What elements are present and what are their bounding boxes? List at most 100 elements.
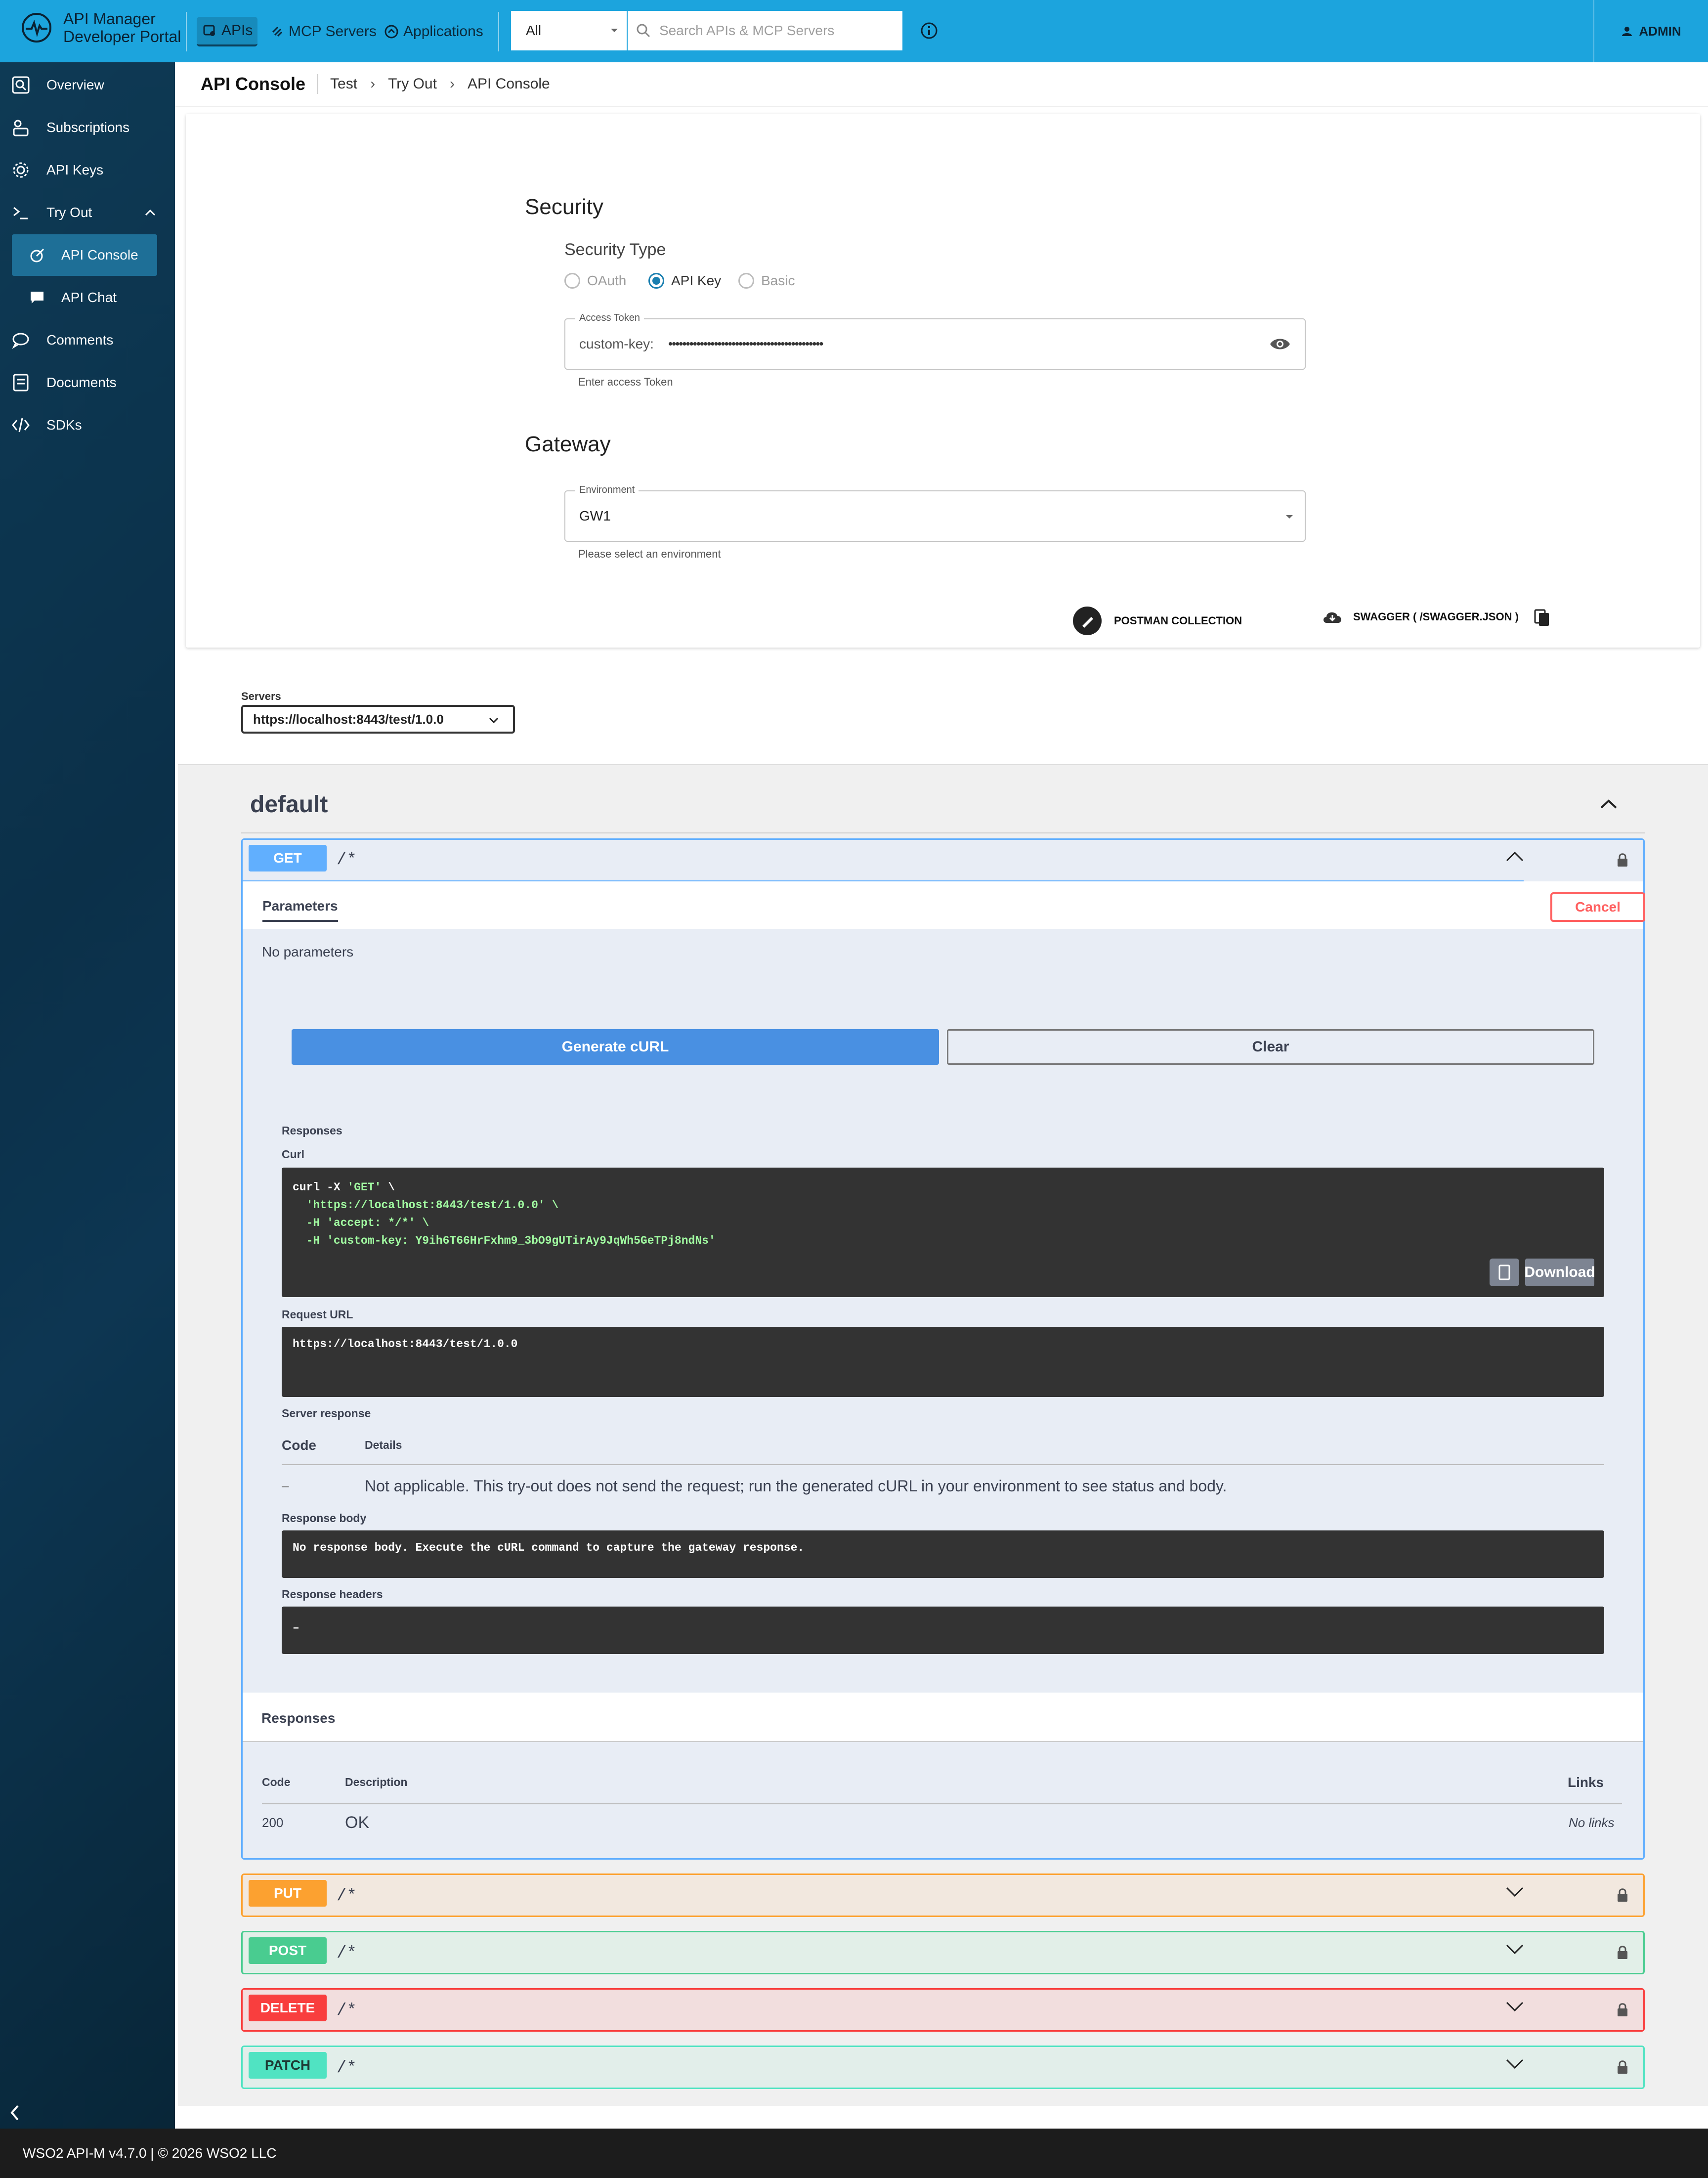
environment-helper: Please select an environment — [578, 548, 721, 560]
sidebar-item-api-keys[interactable]: API Keys — [0, 149, 175, 191]
opblock-path: /* — [337, 2002, 357, 2020]
response-row-links: No links — [1569, 1815, 1615, 1830]
cancel-button[interactable]: Cancel — [1550, 892, 1645, 922]
code-icon — [12, 418, 30, 433]
search-input[interactable]: Search APIs & MCP Servers — [628, 11, 902, 50]
access-token-label: Access Token — [575, 312, 644, 324]
postman-collection-button[interactable]: POSTMAN COLLECTION — [1072, 606, 1242, 636]
user-menu[interactable]: ADMIN — [1593, 0, 1708, 62]
response-details: Not applicable. This try-out does not se… — [365, 1477, 1227, 1495]
response-code: – — [282, 1478, 289, 1493]
eye-icon[interactable] — [1269, 336, 1291, 352]
radio-label: OAuth — [587, 273, 627, 288]
response-row-code: 200 — [262, 1815, 284, 1830]
sidebar-item-overview[interactable]: Overview — [0, 64, 175, 106]
lock-icon[interactable] — [1617, 2003, 1628, 2017]
response-body-block: No response body. Execute the cURL comma… — [282, 1530, 1604, 1578]
breadcrumb-item[interactable]: Test — [330, 76, 357, 92]
sidebar-item-try-out[interactable]: Try Out — [0, 192, 175, 233]
chevron-down-icon — [1506, 1944, 1524, 1955]
chevron-right-icon: › — [370, 76, 376, 92]
method-badge: PUT — [249, 1880, 327, 1907]
nav-apis[interactable]: APIs — [197, 17, 258, 46]
sidebar-item-label: Subscriptions — [46, 120, 130, 135]
download-button[interactable]: Download — [1524, 1259, 1595, 1286]
opblock-path: /* — [337, 2059, 357, 2078]
search-filter-select[interactable]: All — [511, 11, 627, 50]
lock-icon[interactable] — [1617, 2060, 1628, 2075]
collapse-sidebar-icon[interactable] — [9, 2104, 21, 2122]
response-headers-label: Response headers — [282, 1588, 383, 1601]
lock-icon[interactable] — [1617, 853, 1628, 868]
no-parameters-text: No parameters — [262, 944, 354, 959]
clear-button[interactable]: Clear — [947, 1029, 1594, 1065]
breadcrumb-item: API Console — [467, 76, 550, 92]
applications-icon — [384, 25, 398, 39]
footer-text: WSO2 API-M v4.7.0 | © 2026 WSO2 LLC — [23, 2145, 277, 2161]
security-type-label: Security Type — [564, 240, 666, 259]
postman-label: POSTMAN COLLECTION — [1114, 614, 1242, 627]
dropdown-arrow-icon — [611, 29, 618, 32]
sidebar-item-documents[interactable]: Documents — [0, 362, 175, 403]
access-token-field[interactable]: Access Token custom-key: •••••••••••••••… — [564, 312, 1306, 370]
radio-basic[interactable]: Basic — [738, 273, 795, 289]
document-icon — [13, 374, 29, 392]
portal-logo[interactable]: API Manager Developer Portal — [21, 10, 181, 45]
radio-label: API Key — [671, 273, 722, 288]
generate-curl-button[interactable]: Generate cURL — [292, 1029, 939, 1065]
chevron-up-icon[interactable] — [1599, 798, 1618, 810]
method-badge: PATCH — [249, 2052, 327, 2079]
chevron-right-icon: › — [449, 76, 455, 92]
radio-circle — [564, 273, 580, 289]
divider — [186, 12, 187, 51]
servers-value: https://localhost:8443/test/1.0.0 — [253, 711, 444, 727]
divider — [498, 12, 499, 51]
nav-mcp-servers[interactable]: MCP Servers — [265, 17, 382, 46]
opblock-patch[interactable]: PATCH /* — [241, 2046, 1645, 2089]
request-url-label: Request URL — [282, 1308, 353, 1321]
opblock-put[interactable]: PUT /* — [241, 1873, 1645, 1917]
sidebar-item-api-chat[interactable]: API Chat — [0, 277, 175, 318]
tag-heading[interactable]: default — [250, 791, 328, 818]
sidebar-item-comments[interactable]: Comments — [0, 319, 175, 361]
opblock-summary[interactable]: GET /* — [243, 840, 1643, 880]
sidebar-item-label: Overview — [46, 77, 104, 92]
logo-subtitle: Developer Portal — [63, 28, 181, 45]
search-placeholder: Search APIs & MCP Servers — [659, 23, 835, 38]
access-token-helper: Enter access Token — [578, 376, 673, 388]
radio-circle — [738, 273, 754, 289]
lock-icon[interactable] — [1617, 1945, 1628, 1960]
sidebar-item-label: SDKs — [46, 417, 82, 433]
radio-oauth[interactable]: OAuth — [564, 273, 626, 289]
footer: WSO2 API-M v4.7.0 | © 2026 WSO2 LLC — [0, 2129, 1708, 2178]
clipboard-icon[interactable] — [1490, 1259, 1519, 1286]
sidebar-item-api-console[interactable]: API Console — [12, 234, 157, 276]
info-icon[interactable] — [920, 22, 938, 40]
opblock-delete[interactable]: DELETE /* — [241, 1988, 1645, 2032]
radio-api-key[interactable]: API Key — [648, 273, 721, 289]
opblock-post[interactable]: POST /* — [241, 1931, 1645, 1974]
chevron-up-icon — [145, 209, 156, 216]
response-body-label: Response body — [282, 1512, 367, 1525]
breadcrumb-item[interactable]: Try Out — [388, 76, 437, 92]
terminal-icon — [13, 207, 28, 219]
responses-section-header: Responses — [243, 1693, 1643, 1742]
nav-applications[interactable]: Applications — [379, 17, 488, 46]
console-settings-card — [186, 114, 1700, 648]
swagger-download-button[interactable]: SWAGGER ( /SWAGGER.JSON ) — [1322, 609, 1519, 625]
servers-select[interactable]: https://localhost:8443/test/1.0.0 — [241, 705, 515, 734]
opblock-path: /* — [337, 1944, 357, 1963]
chevron-up-icon — [1506, 851, 1524, 862]
environment-select[interactable]: Environment GW1 — [564, 484, 1306, 542]
sidebar-item-sdks[interactable]: SDKs — [0, 404, 175, 446]
gear-icon — [13, 162, 29, 178]
swagger-label: SWAGGER ( /SWAGGER.JSON ) — [1353, 610, 1519, 623]
sidebar-item-subscriptions[interactable]: Subscriptions — [0, 107, 175, 148]
lock-icon[interactable] — [1617, 1888, 1628, 1903]
divider — [317, 74, 319, 94]
parameters-header: Parameters Cancel — [243, 881, 1645, 929]
method-badge: GET — [249, 845, 327, 871]
response-headers-block: – — [282, 1607, 1604, 1654]
copy-icon[interactable] — [1533, 608, 1551, 628]
tab-parameters[interactable]: Parameters — [262, 898, 338, 922]
